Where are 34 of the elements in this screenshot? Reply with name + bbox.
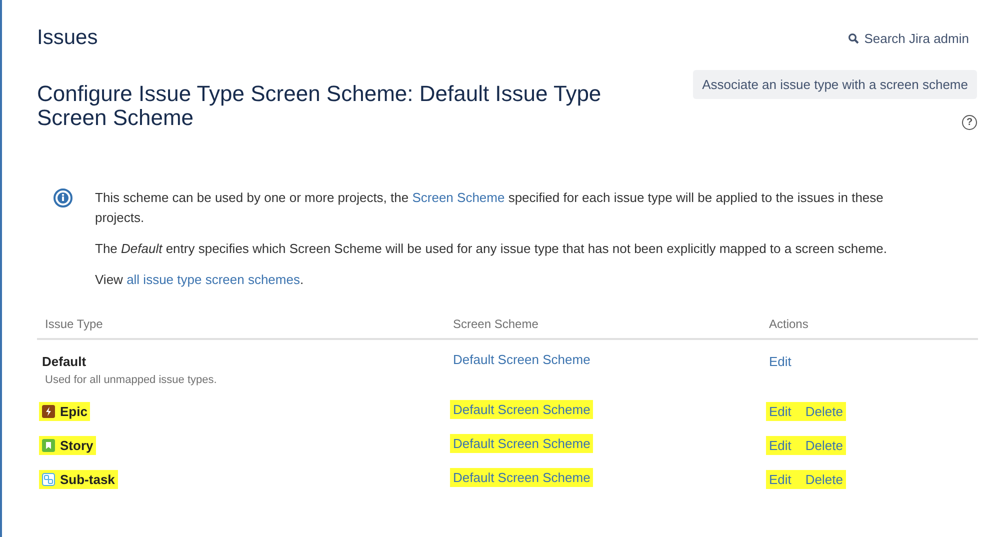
column-header: Screen Scheme [453, 317, 538, 331]
search-icon [848, 32, 860, 44]
search-link[interactable]: Search Jira admin [848, 30, 977, 46]
action-link[interactable]: Edit [769, 438, 792, 453]
scheme-link[interactable]: Screen Scheme [412, 190, 505, 205]
issue-type-name: Story [39, 436, 96, 455]
lightning-icon [42, 405, 55, 418]
subtask-icon [42, 473, 55, 486]
associate-button[interactable]: Associate an issue type with a screen scheme [693, 70, 977, 99]
issue-type-name: Epic [39, 402, 90, 421]
screen-scheme-link[interactable]: Default Screen Scheme [450, 400, 594, 419]
help-icon[interactable]: ? [962, 115, 977, 130]
column-header: Actions [769, 317, 808, 331]
action-link[interactable]: Delete [805, 404, 843, 419]
page-title: Issues [37, 26, 98, 50]
issue-type-name: Default [41, 353, 88, 371]
info-text: View all issue type screen schemes. [95, 271, 305, 289]
column-header: Issue Type [45, 317, 103, 331]
screen-scheme-link[interactable]: Default Screen Scheme [450, 350, 594, 369]
info-text: This scheme can be used by one or more projects, the Screen Scheme specified for each issue type will be applied to the issues in these projects. [95, 189, 884, 227]
action-link[interactable]: Edit [769, 472, 792, 487]
action-link[interactable]: Delete [805, 472, 843, 487]
issue-type-description: Used for all unmapped issue types. [45, 374, 218, 386]
screen-scheme-link[interactable]: Default Screen Scheme [450, 468, 594, 487]
action-link[interactable]: Delete [805, 438, 843, 453]
screen-scheme-link[interactable]: Default Screen Scheme [450, 434, 594, 453]
action-link[interactable]: Edit [769, 354, 792, 369]
action-link[interactable]: Edit [769, 404, 792, 419]
info-text: The Default entry specifies which Screen Scheme will be used for any issue type that has not been explicitly mapped to a screen scheme. [95, 240, 888, 258]
scheme-link[interactable]: all issue type screen schemes [126, 272, 300, 287]
issue-type-name: Sub-task [39, 470, 118, 489]
scheme-title: Configure Issue Type Screen Scheme: Default Issue Type Screen Scheme [37, 82, 602, 130]
info-icon [53, 188, 73, 208]
bookmark-icon [42, 439, 55, 452]
